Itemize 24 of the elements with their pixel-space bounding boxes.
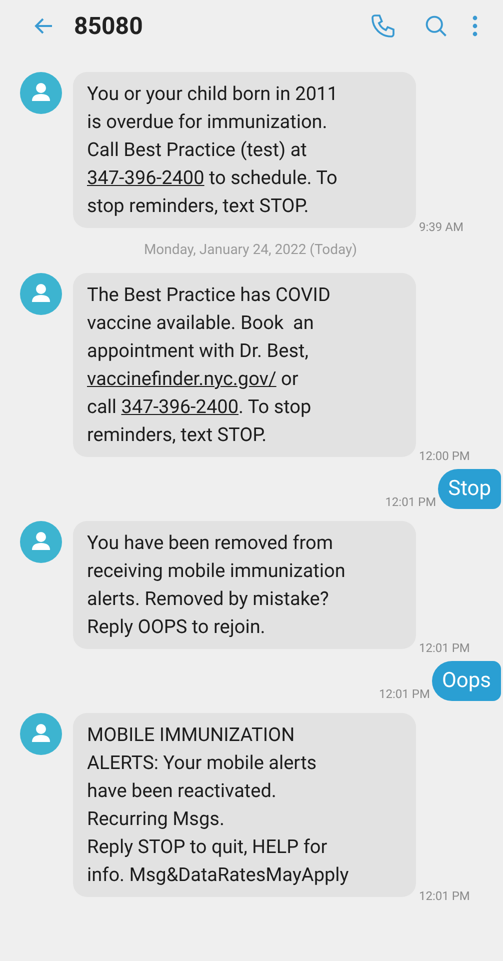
avatar-icon [20,521,62,563]
avatar-icon [20,72,62,114]
message-text: MOBILE IMMUNIZATION ALERTS: Your mobile alerts have been reactivated. Recurring Msgs. Reply STOP to quit, HELP for info. Msg&DataRatesMayApply [87,722,350,888]
message-time: 9:39 AM [419,219,464,236]
message-time: 12:01 PM [419,640,470,657]
more-options-icon[interactable] [471,14,479,38]
message-link[interactable]: 347-396-2400 [87,166,204,189]
message-time: 12:01 PM [385,494,436,511]
message-time: 12:01 PM [379,686,430,703]
avatar-icon [20,273,62,315]
sent-message-bubble: Oops [432,661,501,701]
message-time: 12:01 PM [419,888,470,905]
message-link[interactable]: 347-396-2400 [121,395,239,418]
message-text: You have been removed from receiving mobile immunization alerts. Removed by mistake? Reply OOPS to rejoin. [87,530,346,640]
window-title: 85080 [74,11,143,42]
date-divider: Monday, January 24, 2022 (Today) [144,241,358,260]
search-icon[interactable] [423,13,449,39]
avatar-icon [20,713,62,755]
message-text: You or your child born in 2011 is overdue for immunization. Call Best Practice (test) at 347-396-2400 to schedule. To stop reminders, text STOP. [87,81,339,219]
message-time: 12:00 PM [419,448,470,465]
message-link[interactable]: vaccinefinder.nyc.gov/ [87,367,276,390]
phone-icon[interactable] [369,12,397,40]
sent-message-bubble: Stop [438,469,501,509]
message-text: The Best Practice has COVID vaccine available. Book an appointment with Dr. Best, vaccinefinder.nyc.gov/ or call 347-396-2400. To stop reminders, text STOP. [87,282,332,448]
